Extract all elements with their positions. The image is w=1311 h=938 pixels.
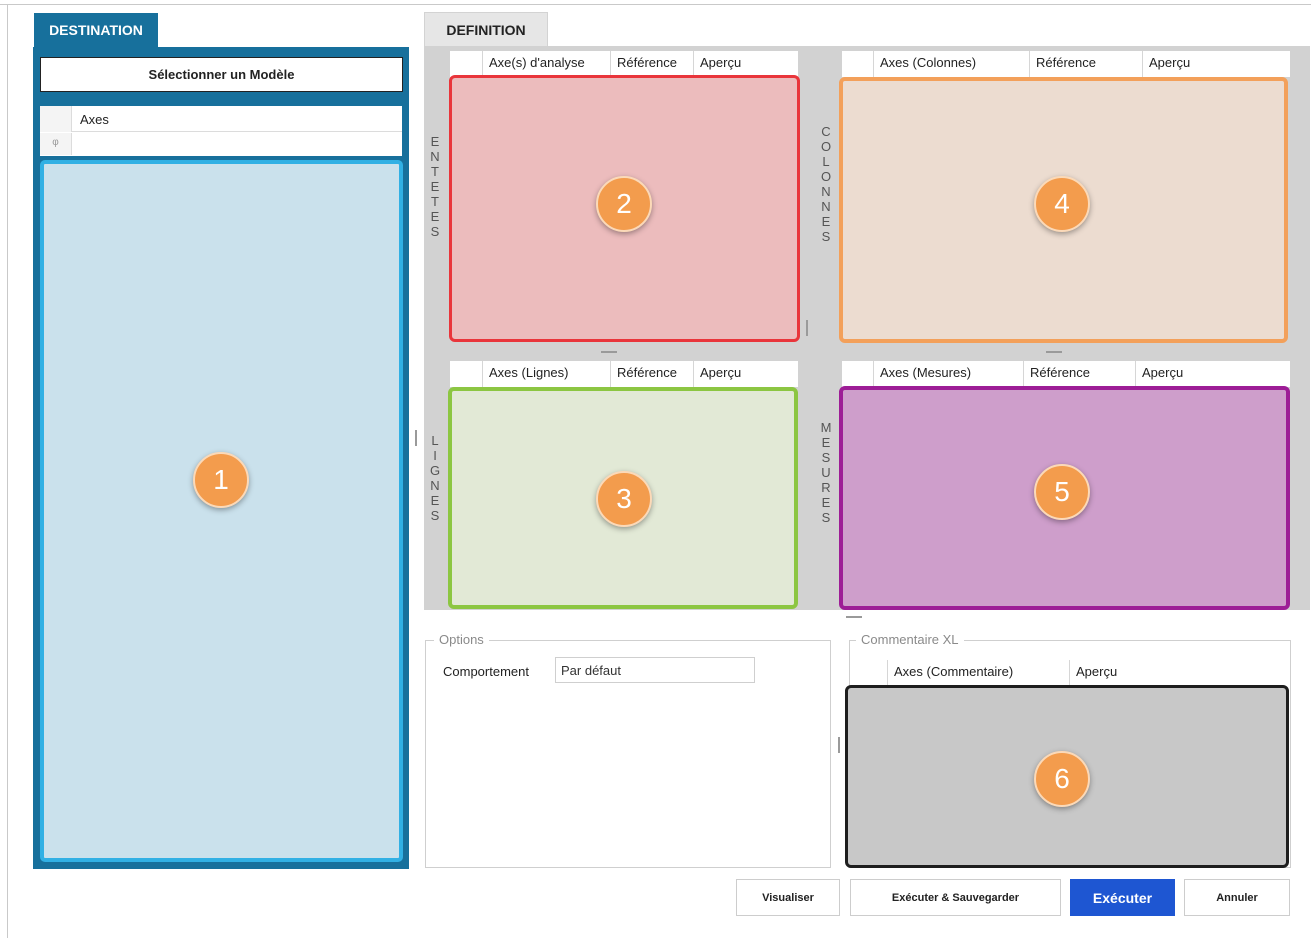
row-header-cell [450, 361, 483, 387]
options-group-title: Options [434, 632, 489, 647]
zone-number-badge-3: 3 [596, 471, 652, 527]
tab-definition[interactable]: DEFINITION [424, 12, 548, 47]
column-header-reference[interactable]: Référence [611, 51, 694, 77]
run-button[interactable]: Exécuter [1070, 879, 1175, 916]
commentaire-grid-header: Axes (Commentaire) Aperçu [851, 660, 1281, 686]
select-model-button[interactable]: Sélectionner un Modèle [40, 57, 403, 92]
column-header-apercu[interactable]: Aperçu [694, 51, 798, 77]
column-header-reference[interactable]: Référence [611, 361, 694, 387]
axes-grid: Axes φ [40, 106, 402, 156]
column-header-axes-colonnes[interactable]: Axes (Colonnes) [874, 51, 1030, 77]
row-header-cell [450, 51, 483, 77]
zone-number-badge-1: 1 [193, 452, 249, 508]
mesures-side-label: MESURES [820, 420, 832, 525]
zone-number-badge-4: 4 [1034, 176, 1090, 232]
column-header-apercu[interactable]: Aperçu [1070, 660, 1281, 686]
horizontal-splitter-handle[interactable] [1046, 351, 1062, 353]
axes-grid-header: Axes [40, 106, 402, 132]
axes-list-zone[interactable] [40, 160, 403, 862]
window-left-border [7, 4, 8, 938]
row-header-cell [851, 660, 888, 686]
column-header-axes-commentaire[interactable]: Axes (Commentaire) [888, 660, 1070, 686]
row-header-cell [40, 106, 72, 132]
column-header-apercu[interactable]: Aperçu [694, 361, 798, 387]
commentaire-group-title: Commentaire XL [856, 632, 964, 647]
zone-number-badge-2: 2 [596, 176, 652, 232]
tab-destination[interactable]: DESTINATION [34, 13, 158, 47]
column-header-reference[interactable]: Référence [1024, 361, 1136, 387]
column-header-axes-analyse[interactable]: Axe(s) d'analyse [483, 51, 611, 77]
vertical-splitter-handle[interactable] [838, 737, 840, 753]
column-header-axes-lignes[interactable]: Axes (Lignes) [483, 361, 611, 387]
cancel-button[interactable]: Annuler [1184, 879, 1290, 916]
vertical-splitter-handle[interactable] [806, 320, 808, 336]
filter-icon: φ [40, 133, 72, 155]
horizontal-splitter-handle[interactable] [846, 616, 862, 618]
zone-number-badge-5: 5 [1034, 464, 1090, 520]
colonnes-grid-header: Axes (Colonnes) Référence Aperçu [842, 51, 1290, 77]
mesures-grid-header: Axes (Mesures) Référence Aperçu [842, 361, 1290, 387]
vertical-splitter-handle[interactable] [415, 430, 417, 446]
column-header-apercu[interactable]: Aperçu [1136, 361, 1290, 387]
lignes-side-label: LIGNES [429, 433, 441, 523]
horizontal-splitter-handle[interactable] [601, 351, 617, 353]
column-header-axes-mesures[interactable]: Axes (Mesures) [874, 361, 1024, 387]
zone-number-badge-6: 6 [1034, 751, 1090, 807]
axes-filter-row[interactable]: φ [40, 133, 402, 155]
behavior-field[interactable] [555, 657, 755, 683]
axes-column-header[interactable]: Axes [80, 112, 109, 127]
run-and-save-button[interactable]: Exécuter & Sauvegarder [850, 879, 1061, 916]
row-header-cell [842, 361, 874, 387]
colonnes-side-label: COLONNES [820, 124, 832, 244]
behavior-label: Comportement [443, 664, 529, 679]
row-header-cell [842, 51, 874, 77]
column-header-apercu[interactable]: Aperçu [1143, 51, 1290, 77]
window-top-border [0, 4, 1311, 5]
preview-button[interactable]: Visualiser [736, 879, 840, 916]
column-header-reference[interactable]: Référence [1030, 51, 1143, 77]
entetes-grid-header: Axe(s) d'analyse Référence Aperçu [450, 51, 798, 77]
lignes-grid-header: Axes (Lignes) Référence Aperçu [450, 361, 798, 387]
entetes-side-label: ENTETES [430, 134, 440, 239]
